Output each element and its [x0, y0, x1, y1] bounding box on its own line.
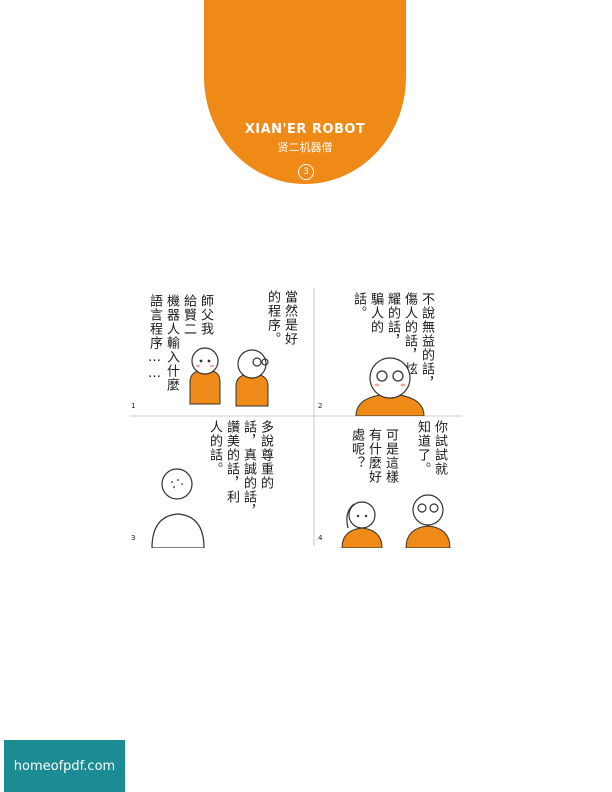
comic-panel-4: 可是這樣 有什麼好 處呢？ 你試試就 知道了。 4 [314, 416, 464, 548]
comic-panel-3: 多說尊重的 話，真誠的話， 讚美的話，利 人的話。 3 [128, 416, 314, 548]
page: XIAN'ER ROBOT 贤二机器僧 3 師父我 給賢二 機器人輸入什麼 語言… [0, 0, 612, 792]
panel-3-figure [151, 468, 205, 548]
panel-4-number: 4 [318, 534, 323, 542]
panel-1-figures [189, 347, 269, 407]
comic-strip: 師父我 給賢二 機器人輸入什麼 語言程序…… 當然是好 的程序。 1 不說無益的… [128, 286, 464, 548]
panel-1-number: 1 [131, 402, 136, 410]
panel-4-figures [341, 494, 451, 548]
watermark-badge: homeofpdf.com [4, 740, 125, 792]
comic-panel-1: 師父我 給賢二 機器人輸入什麼 語言程序…… 當然是好 的程序。 1 [128, 286, 314, 416]
series-title: XIAN'ER ROBOT [244, 122, 366, 137]
panel-3-number: 3 [131, 534, 136, 542]
panel-2-number: 2 [318, 402, 323, 410]
header-top-edge [204, 72, 406, 76]
chapter-number-badge: 3 [298, 164, 314, 180]
series-subtitle: 贤二机器僧 [277, 141, 333, 154]
header-semicircle [204, 0, 406, 184]
panel-2-figure [355, 357, 425, 416]
comic-panel-2: 不說無益的話， 傷人的話，炫 耀的話， 騙人的 話。 2 [314, 286, 464, 416]
